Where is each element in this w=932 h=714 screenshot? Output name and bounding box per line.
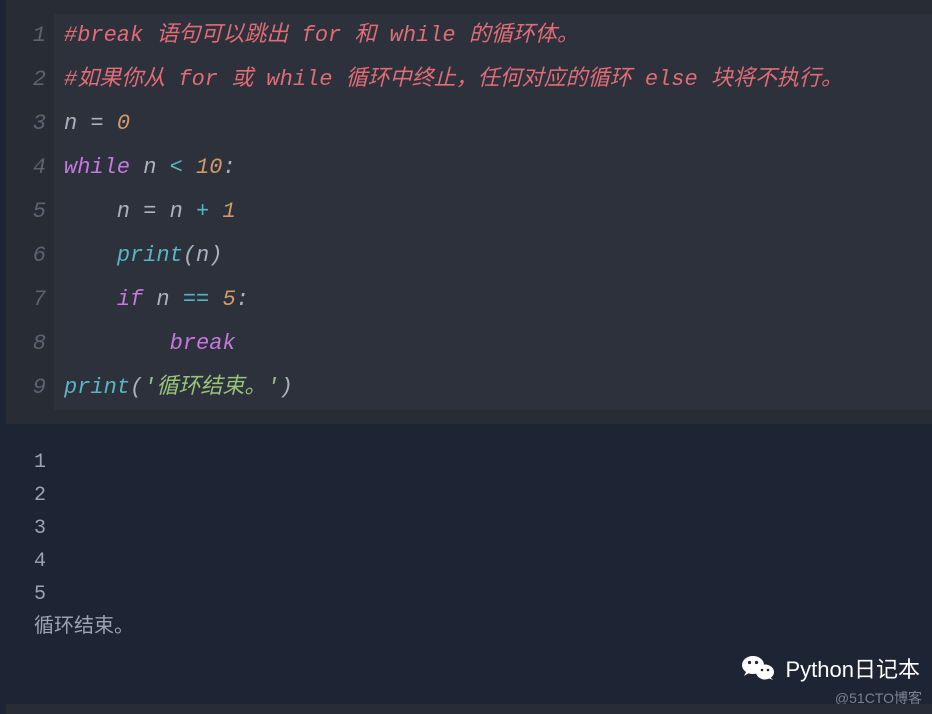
- output-line: 3: [34, 512, 898, 545]
- code-token: '循环结束。': [143, 375, 279, 400]
- code-token: [209, 199, 222, 224]
- code-line: #如果你从 for 或 while 循环中终止，任何对应的循环 else 块将不…: [64, 58, 932, 102]
- bottom-divider: [0, 704, 932, 714]
- code-token: <: [170, 155, 183, 180]
- code-token: [183, 155, 196, 180]
- code-token: [64, 331, 170, 356]
- watermark-title: Python日记本: [786, 652, 921, 684]
- code-line: print(n): [64, 234, 932, 278]
- line-number: 4: [6, 146, 46, 190]
- code-token: (: [183, 243, 196, 268]
- code-token: ==: [183, 287, 209, 312]
- code-token: (: [130, 375, 143, 400]
- line-number: 6: [6, 234, 46, 278]
- code-token: 0: [117, 111, 130, 136]
- code-token: break: [170, 331, 236, 356]
- code-line: #break 语句可以跳出 for 和 while 的循环体。: [64, 14, 932, 58]
- code-token: n: [64, 111, 90, 136]
- code-token: ): [280, 375, 293, 400]
- code-token: while: [64, 155, 130, 180]
- code-token: =: [143, 199, 156, 224]
- line-number: 1: [6, 14, 46, 58]
- output-line: 1: [34, 446, 898, 479]
- code-token: :: [236, 287, 249, 312]
- line-number: 5: [6, 190, 46, 234]
- code-token: [64, 287, 117, 312]
- code-token: 5: [222, 287, 235, 312]
- code-token: +: [196, 199, 209, 224]
- line-number: 3: [6, 102, 46, 146]
- code-token: 10: [196, 155, 222, 180]
- line-number: 8: [6, 322, 46, 366]
- code-token: n: [143, 287, 183, 312]
- code-token: [209, 287, 222, 312]
- output-block: 12345循环结束。: [0, 424, 932, 654]
- code-line: print('循环结束。'): [64, 366, 932, 410]
- code-token: [64, 243, 117, 268]
- code-token: print: [117, 243, 183, 268]
- output-line: 4: [34, 545, 898, 578]
- code-token: #break 语句可以跳出 for 和 while 的循环体。: [64, 23, 579, 48]
- line-number: 7: [6, 278, 46, 322]
- line-number-gutter: 123456789: [6, 14, 54, 410]
- code-token: #如果你从 for 或 while 循环中终止，任何对应的循环 else 块将不…: [64, 67, 843, 92]
- wechat-icon: [740, 650, 776, 686]
- output-line: 循环结束。: [34, 611, 898, 644]
- output-line: 2: [34, 479, 898, 512]
- watermark-badge: Python日记本: [740, 650, 921, 686]
- code-token: [104, 111, 117, 136]
- code-line: if n == 5:: [64, 278, 932, 322]
- line-number: 2: [6, 58, 46, 102]
- line-number: 9: [6, 366, 46, 410]
- code-token: if: [117, 287, 143, 312]
- code-line: n = 0: [64, 102, 932, 146]
- code-line: break: [64, 322, 932, 366]
- code-line: while n < 10:: [64, 146, 932, 190]
- output-line: 5: [34, 578, 898, 611]
- code-token: =: [90, 111, 103, 136]
- code-token: print: [64, 375, 130, 400]
- code-token: n: [130, 155, 170, 180]
- code-line: n = n + 1: [64, 190, 932, 234]
- code-token: ): [209, 243, 222, 268]
- code-token: 1: [222, 199, 235, 224]
- code-block: 123456789 #break 语句可以跳出 for 和 while 的循环体…: [0, 0, 932, 424]
- code-token: n: [196, 243, 209, 268]
- code-token: n: [156, 199, 196, 224]
- code-area: #break 语句可以跳出 for 和 while 的循环体。 #如果你从 for…: [54, 14, 932, 410]
- code-token: n: [64, 199, 143, 224]
- code-token: :: [222, 155, 235, 180]
